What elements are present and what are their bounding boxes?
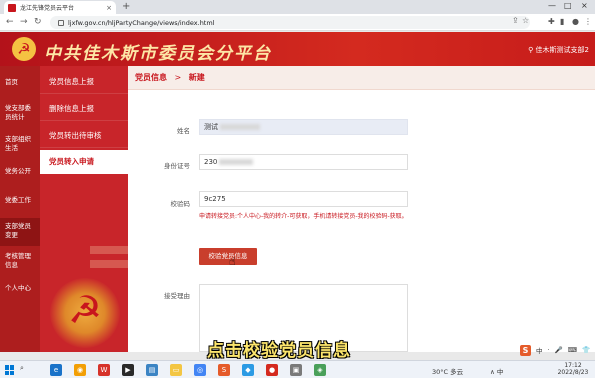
- address-bar[interactable]: ljxfw.gov.cn/hljPartyChange/views/index.…: [50, 16, 530, 29]
- deco-bar: [90, 246, 128, 254]
- nav-item-member-change[interactable]: 支部党员变更: [0, 218, 40, 246]
- nav-item-home[interactable]: 首页: [0, 78, 40, 87]
- ime-voice-icon[interactable]: 🎤: [555, 346, 563, 354]
- ime-punct[interactable]: ·: [548, 346, 550, 354]
- video-subtitle: 点击校验党员信息: [207, 341, 351, 361]
- start-button[interactable]: [5, 365, 15, 375]
- share-icon[interactable]: ⇪: [512, 16, 519, 25]
- taskbar-app-app9-icon[interactable]: ◆: [242, 364, 254, 376]
- site-header: ☭ 中共佳木斯市委员会分平台 ⚲ 佳木斯测试支部2: [0, 32, 595, 66]
- breadcrumb: 党员信息 > 新建: [128, 66, 595, 90]
- maximize-button[interactable]: □: [564, 1, 572, 10]
- hint-text: 申请转接党员:个人中心-我的转介-可获取，手机请转接党员-我的校验码-获取。: [199, 213, 408, 220]
- browser-tab[interactable]: 龙江先锋党员云平台 ×: [4, 1, 116, 14]
- more-icon[interactable]: ⋮: [584, 17, 592, 26]
- header-user-name: 佳木斯测试支部2: [535, 46, 589, 54]
- main-content: 党员信息 > 新建 姓名 测试 身份证号 230 校验码 9c275 申请转接党…: [128, 66, 595, 352]
- taskbar-app-sogou-icon[interactable]: S: [218, 364, 230, 376]
- verify-member-button[interactable]: 校验党员信息: [199, 248, 257, 265]
- ime-toolbar: S 中 · 🎤 ⌨ 👕 ⚙: [520, 344, 595, 356]
- browser-toolbar: ← → ↻ ljxfw.gov.cn/hljPartyChange/views/…: [0, 14, 595, 31]
- taskbar-app-app11-icon[interactable]: ▣: [290, 364, 302, 376]
- ime-skin-icon[interactable]: 👕: [582, 346, 590, 354]
- pointer-hand-icon: ☝: [229, 255, 236, 268]
- clock-time: 17:12: [564, 362, 582, 369]
- sidebar-icon[interactable]: ▮: [560, 17, 564, 26]
- sub-nav: 党员信息上报 删除信息上报 党员转出待审核 党员转入申请 ☭: [40, 66, 128, 352]
- reload-icon[interactable]: ↻: [34, 17, 42, 27]
- lock-icon[interactable]: [58, 19, 64, 26]
- name-label: 姓名: [177, 127, 190, 135]
- taskbar-app-wps-icon[interactable]: W: [98, 364, 110, 376]
- code-value: 9c275: [204, 195, 226, 203]
- taskbar-app-edge-icon[interactable]: e: [50, 364, 62, 376]
- breadcrumb-section[interactable]: 党员信息: [135, 73, 167, 82]
- subnav-item-report[interactable]: 党员信息上报: [40, 70, 128, 94]
- taskbar-app-chrome-orange-icon[interactable]: ◉: [74, 364, 86, 376]
- name-value: 测试: [204, 123, 218, 131]
- tray-icons[interactable]: ∧ 中: [490, 366, 503, 376]
- taskbar-app-chrome-icon[interactable]: ◎: [194, 364, 206, 376]
- favicon-icon: [8, 3, 16, 12]
- redacted-blur: [219, 159, 254, 165]
- close-window-button[interactable]: ×: [581, 1, 588, 10]
- clock-date: 2022/8/23: [557, 369, 589, 376]
- nav-item-committee-stats[interactable]: 党支部委员统计: [0, 104, 36, 122]
- taskbar-app-files-icon[interactable]: ▤: [146, 364, 158, 376]
- nav-item-affairs[interactable]: 党务公开: [0, 167, 40, 176]
- browser-tabbar: 龙江先锋党员云平台 × + — □ ×: [0, 0, 595, 14]
- id-value: 230: [204, 158, 218, 166]
- nav-item-assessment[interactable]: 考核管理信息: [0, 252, 36, 270]
- party-emblem-icon: ☭: [12, 37, 36, 61]
- nav-item-committee-work[interactable]: 党委工作: [0, 196, 40, 205]
- star-icon[interactable]: ☆: [522, 16, 529, 25]
- subnav-item-delete-report[interactable]: 删除信息上报: [40, 97, 128, 121]
- code-label: 校验码: [170, 200, 191, 208]
- redacted-blur: [220, 124, 260, 130]
- breadcrumb-page: 新建: [188, 73, 205, 82]
- hammer-sickle-icon: ☭: [68, 288, 103, 332]
- url-text: ljxfw.gov.cn/hljPartyChange/views/index.…: [68, 18, 215, 27]
- left-nav: 首页 党支部委员统计 支部组织生活 党务公开 党委工作 支部党员变更 考核管理信…: [0, 66, 40, 352]
- name-field[interactable]: 测试: [199, 119, 408, 135]
- taskbar-app-explorer-icon[interactable]: ▭: [170, 364, 182, 376]
- reason-label: 接受理由: [164, 292, 190, 300]
- puzzle-icon[interactable]: ✚: [548, 17, 555, 26]
- weather-widget[interactable]: 30°C 多云: [432, 366, 463, 376]
- verification-code-field[interactable]: 9c275: [199, 191, 408, 207]
- taskbar-app-app12-icon[interactable]: ◈: [314, 364, 326, 376]
- tab-close-icon[interactable]: ×: [106, 4, 112, 12]
- deco-bar: [90, 260, 128, 268]
- sogou-ime-icon[interactable]: S: [520, 344, 531, 356]
- forward-icon[interactable]: →: [20, 17, 28, 27]
- taskbar: ⌕ e ◉ W ▶ ▤ ▭ ◎ S ◆ ● ▣ ◈ 30°C 多云 ∧ 中 17:12 2022/8/…: [0, 360, 595, 378]
- nav-item-org-life[interactable]: 支部组织生活: [0, 135, 36, 153]
- subnav-item-transfer-in[interactable]: 党员转入申请: [40, 150, 128, 174]
- header-user[interactable]: ⚲ 佳木斯测试支部2: [528, 45, 589, 55]
- breadcrumb-separator: >: [174, 73, 182, 82]
- new-tab-button[interactable]: +: [122, 1, 130, 12]
- minimize-button[interactable]: —: [548, 1, 556, 10]
- id-number-field[interactable]: 230: [199, 154, 408, 170]
- clock[interactable]: 17:12 2022/8/23: [553, 362, 593, 376]
- user-icon: ⚲: [528, 46, 534, 54]
- id-label: 身份证号: [164, 162, 190, 170]
- taskbar-app-app10-icon[interactable]: ●: [266, 364, 278, 376]
- ime-keyboard-icon[interactable]: ⌨: [568, 346, 577, 354]
- ime-mode[interactable]: 中: [536, 345, 543, 355]
- site-title: 中共佳木斯市委员会分平台: [44, 44, 272, 64]
- nav-item-personal[interactable]: 个人中心: [0, 284, 40, 293]
- back-icon[interactable]: ←: [6, 17, 14, 27]
- tab-title: 龙江先锋党员云平台: [20, 5, 75, 12]
- taskbar-app-media-icon[interactable]: ▶: [122, 364, 134, 376]
- subnav-item-transfer-out[interactable]: 党员转出待审核: [40, 124, 128, 148]
- profile-icon[interactable]: ●: [572, 17, 579, 26]
- search-icon[interactable]: ⌕: [20, 364, 42, 376]
